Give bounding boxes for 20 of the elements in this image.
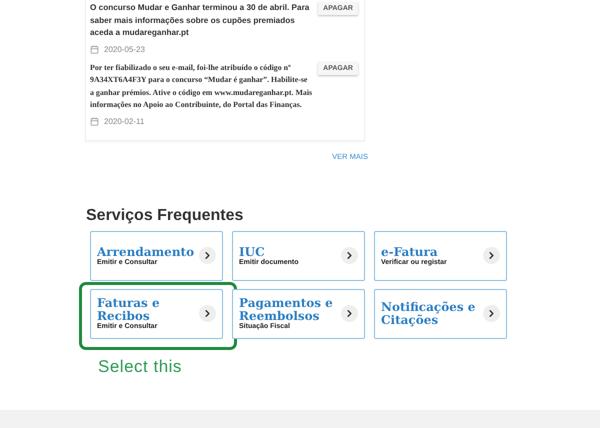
chevron-icon — [199, 247, 216, 264]
chevron-icon — [483, 247, 500, 264]
message-date: 2020-02-11 — [104, 116, 144, 126]
chevron-icon — [199, 305, 216, 322]
message-text: O concurso Mudar e Ganhar terminou a 30 de abril. Para saber mais informações sobre os cupões premiados aceda a mudareganhar.pt — [90, 2, 310, 39]
service-title: e-Fatura — [381, 246, 439, 258]
service-title: Notificações e Citações — [381, 300, 476, 326]
section-heading: Serviços Frequentes — [86, 206, 244, 224]
calendar-icon — [90, 116, 99, 126]
annotation-text: Select this — [98, 356, 183, 376]
service-title: Faturas e Recibos — [97, 297, 161, 323]
chevron-icon — [483, 305, 500, 322]
chevron-icon — [341, 247, 358, 264]
service-title: IUC — [239, 246, 266, 258]
service-title: Pagamentos e Reembolsos — [239, 297, 334, 323]
service-title: Arrendamento — [97, 246, 196, 258]
chevron-icon — [341, 305, 358, 322]
calendar-icon — [90, 44, 99, 54]
service-tile[interactable]: Notificações e Citações — [374, 288, 507, 338]
message-date: 2020-05-23 — [104, 44, 145, 54]
